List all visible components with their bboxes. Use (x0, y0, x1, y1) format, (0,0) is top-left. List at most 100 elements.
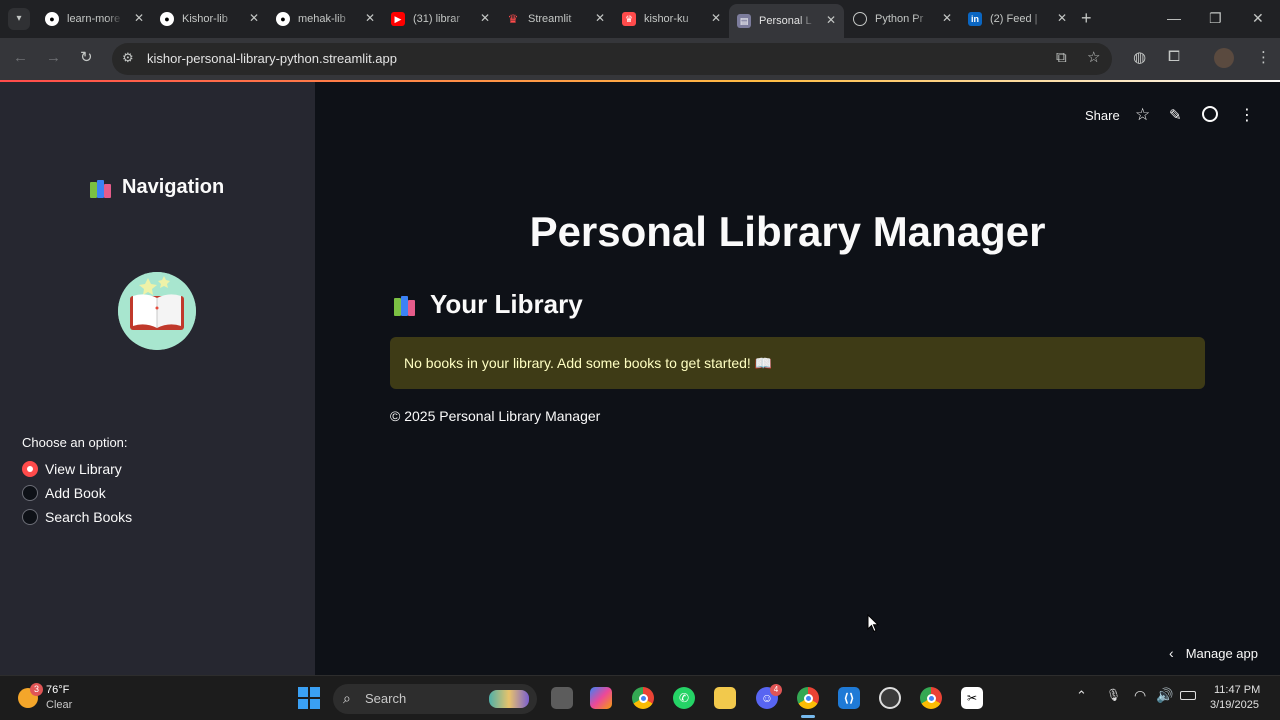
browser-tab-active[interactable]: ▤ Personal L ✕ (729, 4, 844, 38)
browser-tab[interactable]: Python Pr ✕ (845, 6, 960, 32)
weather-temp: 76°F (46, 684, 70, 696)
browser-tab[interactable]: ● mehak-lib ✕ (268, 6, 383, 32)
extension-globe-icon[interactable]: ◍ (1133, 48, 1146, 66)
windows-start-icon[interactable] (298, 687, 320, 709)
tab-close-icon[interactable]: ✕ (249, 11, 259, 25)
radio-option-label: View Library (45, 461, 122, 477)
open-book-icon (118, 272, 196, 350)
books-icon (90, 178, 114, 198)
forward-icon[interactable]: → (46, 49, 61, 66)
tab-title: Python Pr (875, 13, 924, 25)
site-settings-icon[interactable]: ⚙ (122, 50, 134, 66)
chevron-left-icon: ‹ (1169, 645, 1174, 661)
volume-icon[interactable]: 🔊 (1156, 687, 1173, 704)
radio-option-view-library[interactable]: View Library (22, 461, 122, 477)
github-icon: ● (45, 12, 59, 26)
close-window-icon[interactable]: ✕ (1252, 10, 1264, 27)
github-icon: ● (160, 12, 174, 26)
browser-tab[interactable]: ♛ kishor-ku ✕ (614, 6, 729, 32)
chrome-alt-icon[interactable] (920, 687, 942, 709)
tab-close-icon[interactable]: ✕ (365, 11, 375, 25)
tab-search-dropdown-icon[interactable]: ▾ (8, 8, 30, 30)
taskbar-search-label: Search (365, 691, 407, 706)
app-menu-icon[interactable]: ⋮ (1239, 105, 1255, 125)
tab-close-icon[interactable]: ✕ (942, 11, 952, 25)
radio-option-label: Search Books (45, 509, 133, 525)
alert-message: No books in your library. Add some books… (404, 355, 773, 371)
sidebar-title: Navigation (90, 176, 224, 199)
back-icon[interactable]: ← (13, 49, 28, 66)
obs-icon[interactable] (879, 687, 901, 709)
weather-badge: 3 (30, 683, 43, 696)
tab-close-icon[interactable]: ✕ (711, 11, 721, 25)
vscode-icon[interactable]: ⟨⟩ (838, 687, 860, 709)
taskbar-search-box[interactable]: ⌕ Search (333, 684, 537, 714)
weather-widget[interactable]: 3 76°F Clear (16, 682, 96, 714)
new-tab-icon[interactable]: + (1081, 8, 1092, 29)
sidebar: Navigation Choose an option: View Librar… (0, 82, 315, 675)
search-highlight-icon (489, 690, 529, 708)
manage-app-label: Manage app (1185, 645, 1258, 661)
task-view-icon[interactable] (551, 687, 573, 709)
browser-menu-icon[interactable]: ⋮ (1256, 48, 1271, 66)
install-app-icon[interactable]: ⧉ (1056, 49, 1067, 66)
share-button[interactable]: Share (1085, 108, 1120, 123)
youtube-icon: ▶ (391, 12, 405, 26)
sidebar-title-text: Navigation (122, 176, 225, 198)
copilot-icon[interactable] (590, 687, 612, 709)
browser-tab[interactable]: in (2) Feed | ✕ (960, 6, 1075, 32)
browser-tab[interactable]: ● Kishor-lib ✕ (152, 6, 267, 32)
github-icon[interactable] (1202, 106, 1218, 122)
chrome-profile-icon[interactable] (797, 687, 819, 709)
browser-tab[interactable]: ▶ (31) librar ✕ (383, 6, 498, 32)
profile-avatar[interactable] (1214, 48, 1234, 68)
streamlit-icon: ♛ (507, 12, 519, 26)
browser-tab[interactable]: ♛ Streamlit ✕ (498, 6, 613, 32)
wifi-icon[interactable]: ◠ (1134, 687, 1146, 704)
active-app-indicator (801, 715, 815, 718)
radio-option-label: Add Book (45, 485, 106, 501)
radio-selected-icon[interactable] (22, 461, 38, 477)
address-bar[interactable]: ⚙ kishor-personal-library-python.streaml… (112, 43, 1112, 75)
tab-close-icon[interactable]: ✕ (480, 11, 490, 25)
tab-close-icon[interactable]: ✕ (134, 11, 144, 25)
chrome-icon[interactable] (632, 687, 654, 709)
edit-pencil-icon[interactable]: ✎ (1169, 106, 1182, 124)
battery-icon[interactable] (1180, 691, 1196, 700)
clock-time[interactable]: 11:47 PM (1214, 684, 1260, 696)
microphone-icon[interactable]: 🎙 (1106, 688, 1121, 702)
open-book-logo (118, 272, 196, 350)
tab-close-icon[interactable]: ✕ (826, 13, 836, 27)
page-title: Personal Library Manager (529, 208, 1046, 255)
clock-date[interactable]: 3/19/2025 (1210, 699, 1259, 711)
extensions-puzzle-icon[interactable]: ⧠ (1168, 48, 1180, 65)
whatsapp-icon[interactable]: ✆ (673, 687, 695, 709)
radio-unselected-icon[interactable] (22, 485, 38, 501)
main-content: Share ☆ ✎ ⋮ Personal Library Manager You… (315, 82, 1280, 675)
tab-title: Personal L (759, 15, 812, 27)
windows-taskbar: 3 76°F Clear ⌕ Search ✆ ☺ 4 ⟨⟩ ✂ ⌃ 🎙 ◠ 🔊… (0, 675, 1280, 720)
books-icon: ▤ (737, 14, 751, 28)
minimize-icon[interactable]: — (1167, 10, 1181, 26)
tray-chevron-up-icon[interactable]: ⌃ (1076, 688, 1087, 704)
streamlit-icon: ♛ (622, 12, 636, 26)
github-icon: ● (276, 12, 290, 26)
radio-option-add-book[interactable]: Add Book (22, 485, 106, 501)
tab-title: mehak-lib (298, 13, 346, 25)
url-text: kishor-personal-library-python.streamlit… (147, 51, 397, 66)
tab-close-icon[interactable]: ✕ (1057, 11, 1067, 25)
reload-icon[interactable]: ↻ (80, 48, 93, 66)
mouse-cursor-icon (867, 614, 879, 633)
manage-app-button[interactable]: ‹ Manage app (1169, 645, 1258, 661)
bookmark-star-icon[interactable]: ☆ (1087, 48, 1100, 66)
maximize-icon[interactable]: ❐ (1209, 10, 1222, 27)
favorite-star-icon[interactable]: ☆ (1135, 105, 1150, 125)
radio-group-label: Choose an option: (22, 435, 128, 450)
radio-option-search-books[interactable]: Search Books (22, 509, 132, 525)
browser-tab[interactable]: ● learn-more ✕ (37, 6, 152, 32)
section-title-text: Your Library (430, 289, 583, 319)
radio-unselected-icon[interactable] (22, 509, 38, 525)
file-explorer-icon[interactable] (714, 687, 736, 709)
capcut-icon[interactable]: ✂ (961, 687, 983, 709)
tab-close-icon[interactable]: ✕ (595, 11, 605, 25)
